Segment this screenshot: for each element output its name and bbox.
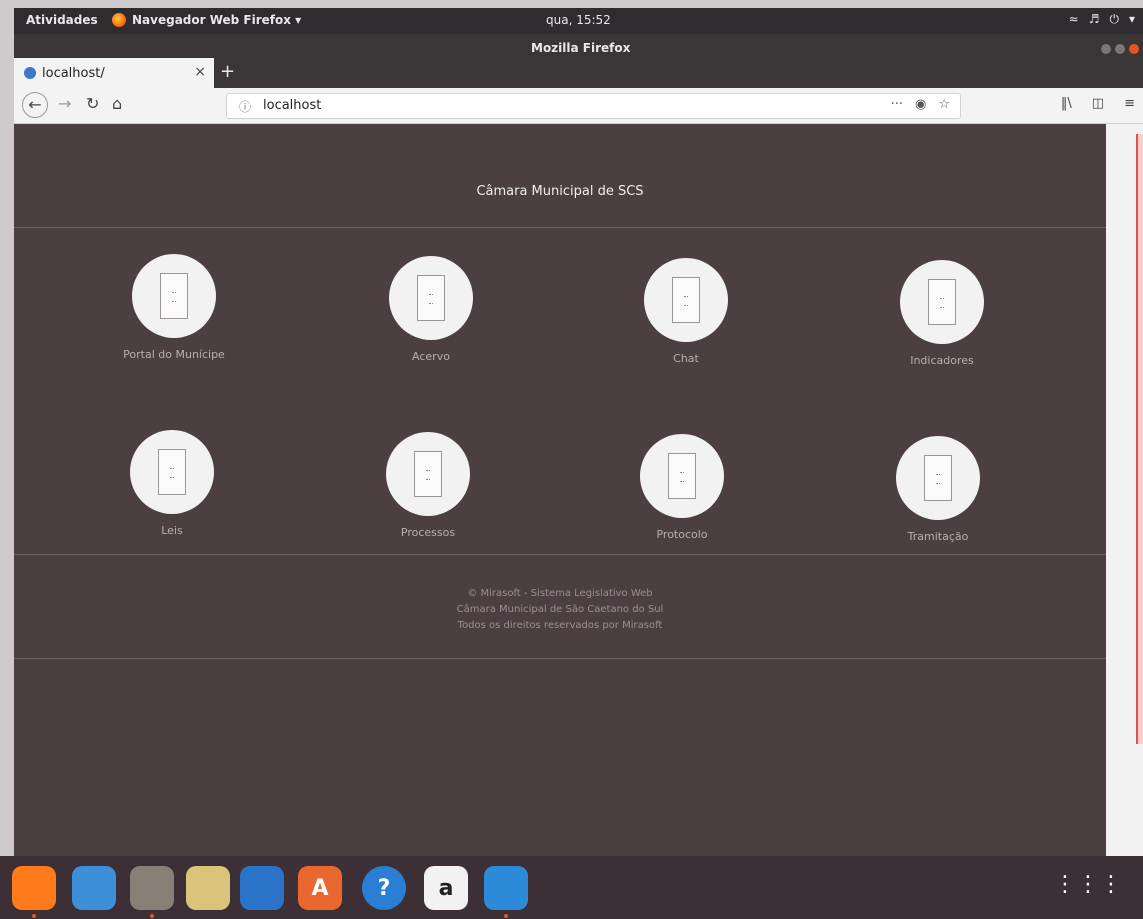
page-actions-menu-icon[interactable]: ··· <box>891 97 903 112</box>
page-header: Câmara Municipal de SCS <box>14 124 1106 228</box>
thunderbird-icon[interactable] <box>72 866 116 910</box>
pocket-icon[interactable]: ◉ <box>915 97 926 112</box>
url-bar[interactable]: ⓘ localhost ··· ◉ ☆ <box>226 93 961 119</box>
footer-divider <box>14 658 1106 659</box>
document-icon <box>160 273 188 319</box>
sidebar-icon[interactable]: ◫ <box>1092 96 1104 111</box>
dock: A ? a ⋮⋮⋮ <box>0 856 1143 919</box>
firefox-icon[interactable] <box>12 866 56 910</box>
document-icon <box>928 279 956 325</box>
tile-protocolo[interactable]: Protocolo <box>582 434 782 541</box>
close-window-button[interactable] <box>1129 44 1139 54</box>
firefox-icon <box>112 13 126 27</box>
tile-circle <box>386 432 470 516</box>
document-icon <box>672 277 700 323</box>
system-top-bar: Atividades Navegador Web Firefox ▾ qua, … <box>14 8 1143 34</box>
vscode-icon[interactable] <box>484 866 528 910</box>
power-icon: ⏻ <box>1109 12 1119 26</box>
browser-tools: ‖\ ◫ ≡ <box>1061 96 1135 111</box>
help-icon[interactable]: ? <box>362 866 406 910</box>
document-icon <box>417 275 445 321</box>
bookmark-star-icon[interactable]: ☆ <box>938 97 950 112</box>
activities-button[interactable]: Atividades <box>26 13 98 27</box>
tile-circle <box>130 430 214 514</box>
new-tab-button[interactable]: + <box>220 61 235 82</box>
files-icon[interactable] <box>130 866 174 910</box>
tile-label: Leis <box>161 524 183 537</box>
tile-indicadores[interactable]: Indicadores <box>842 260 1042 367</box>
desktop: Atividades Navegador Web Firefox ▾ qua, … <box>0 0 1143 919</box>
show-applications-icon[interactable]: ⋮⋮⋮ <box>1054 872 1123 897</box>
tile-circle <box>644 258 728 342</box>
wifi-icon: ≈ <box>1068 12 1079 26</box>
navigation-toolbar: ← → ↻ ⌂ ⓘ localhost ··· ◉ ☆ ‖\ ◫ ≡ <box>14 88 1143 124</box>
page-actions: ··· ◉ ☆ <box>891 97 950 112</box>
page-footer: © Mirasoft - Sistema Legislativo Web Câm… <box>14 586 1106 634</box>
url-text[interactable]: localhost <box>263 98 321 113</box>
close-tab-icon[interactable]: × <box>194 64 206 80</box>
menu-icon[interactable]: ≡ <box>1124 96 1135 111</box>
document-icon <box>158 449 186 495</box>
footer-line: Todos os direitos reservados por Mirasof… <box>457 620 663 631</box>
tile-processos[interactable]: Processos <box>328 432 528 539</box>
forward-icon[interactable]: → <box>58 94 71 113</box>
scrollbar[interactable] <box>1106 124 1143 856</box>
libreoffice-writer-icon[interactable] <box>240 866 284 910</box>
tab-localhost[interactable]: localhost/ × <box>14 58 214 88</box>
tile-circle <box>900 260 984 344</box>
tile-label: Chat <box>673 352 699 365</box>
page-content: Câmara Municipal de SCS Portal do Muníci… <box>14 124 1106 856</box>
app-menu-label: Navegador Web Firefox ▾ <box>132 13 302 27</box>
tile-circle <box>389 256 473 340</box>
tile-leis[interactable]: Leis <box>72 430 272 537</box>
footer-line: © Mirasoft - Sistema Legislativo Web <box>467 588 653 599</box>
window-controls <box>1101 44 1139 54</box>
tile-label: Portal do Munícipe <box>123 348 225 361</box>
page-title: Câmara Municipal de SCS <box>476 184 644 199</box>
tile-label: Acervo <box>412 350 450 363</box>
tile-circle <box>896 436 980 520</box>
tile-circle <box>132 254 216 338</box>
document-icon <box>668 453 696 499</box>
tile-acervo[interactable]: Acervo <box>331 256 531 363</box>
tab-strip: localhost/ × + <box>14 58 1143 88</box>
tile-portal-do-municipe[interactable]: Portal do Munícipe <box>74 254 274 361</box>
amazon-icon[interactable]: a <box>424 866 468 910</box>
tile-label: Tramitação <box>907 530 969 543</box>
tile-chat[interactable]: Chat <box>586 258 786 365</box>
maximize-button[interactable] <box>1115 44 1125 54</box>
scrollbar-thumb[interactable] <box>1136 134 1143 744</box>
document-icon <box>414 451 442 497</box>
content-divider <box>14 554 1106 555</box>
reload-icon[interactable]: ↻ <box>86 94 99 113</box>
tile-label: Protocolo <box>656 528 708 541</box>
clock[interactable]: qua, 15:52 <box>546 13 611 27</box>
tile-label: Indicadores <box>910 354 974 367</box>
software-center-icon[interactable]: A <box>298 866 342 910</box>
chevron-down-icon: ▾ <box>1128 12 1135 26</box>
rhythmbox-icon[interactable] <box>186 866 230 910</box>
volume-icon: ♬ <box>1088 12 1100 26</box>
minimize-button[interactable] <box>1101 44 1111 54</box>
running-indicator <box>150 914 154 918</box>
running-indicator <box>504 914 508 918</box>
home-icon[interactable]: ⌂ <box>112 94 122 113</box>
tile-label: Processos <box>400 526 456 539</box>
tile-tramitacao[interactable]: Tramitação <box>838 436 1038 543</box>
library-icon[interactable]: ‖\ <box>1061 96 1072 111</box>
app-menu[interactable]: Navegador Web Firefox ▾ <box>112 13 301 27</box>
tab-label: localhost/ <box>42 65 105 81</box>
back-icon[interactable]: ← <box>22 92 48 118</box>
window-title: Mozilla Firefox <box>531 41 631 55</box>
tile-circle <box>640 434 724 518</box>
system-tray[interactable]: ≈ ♬ ⏻ ▾ <box>1069 12 1135 27</box>
favicon-icon <box>24 67 36 79</box>
footer-line: Câmara Municipal de São Caetano do Sul <box>456 604 664 615</box>
info-icon[interactable]: ⓘ <box>239 98 251 115</box>
document-icon <box>924 455 952 501</box>
running-indicator <box>32 914 36 918</box>
window-titlebar: Mozilla Firefox <box>14 34 1143 58</box>
